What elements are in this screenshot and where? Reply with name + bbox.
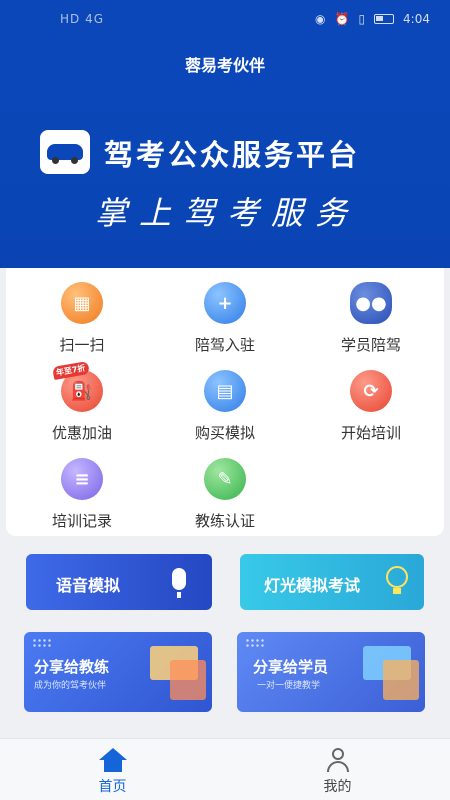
tab-home[interactable]: 首页 — [0, 739, 225, 800]
grid-item-label: 扫一扫 — [59, 336, 105, 354]
add-user-icon: + — [204, 282, 246, 324]
document-icon: ▤ — [204, 370, 246, 412]
dots-decoration — [32, 638, 52, 648]
grid-item-label: 教练认证 — [194, 512, 255, 530]
banner-title: 驾考公众服务平台 — [104, 138, 361, 172]
share-coach-subtitle: 成为你的驾考伙伴 — [34, 681, 107, 691]
vibrate-icon: ▯ — [358, 12, 366, 26]
fuel-icon: ⛽ 年至7折 — [52, 361, 103, 412]
hero-banner: 驾考公众服务平台 掌上驾考服务 — [0, 88, 450, 268]
grid-item-join-companion[interactable]: + 陪驾入驻 — [165, 268, 285, 354]
grid-item-label: 开始培训 — [340, 424, 401, 442]
dots-decoration — [245, 638, 265, 648]
bottom-tab-bar: 首页 我的 — [0, 738, 450, 800]
status-bar: HD 4G ◉ ⏰ ▯ 4:04 — [0, 0, 450, 38]
grid-item-buy-simulation[interactable]: ▤ 购买模拟 — [165, 356, 285, 442]
scan-icon: ▦ — [61, 282, 103, 324]
refresh-icon: ⟳ — [350, 370, 392, 412]
share-to-student-card[interactable]: 分享给学员 一对一便捷教学 — [237, 632, 425, 712]
student-illustration — [383, 660, 419, 700]
eye-icon: ◉ — [315, 12, 326, 26]
grid-item-fuel-discount[interactable]: ⛽ 年至7折 优惠加油 — [22, 356, 142, 442]
alarm-icon: ⏰ — [334, 12, 350, 26]
grid-item-student-companion[interactable]: ●● 学员陪驾 — [311, 268, 431, 354]
discount-badge: 年至7折 — [52, 361, 90, 380]
certificate-icon: ✎ — [204, 458, 246, 500]
banner-subtitle: 掌上驾考服务 — [95, 194, 360, 232]
microphone-icon — [172, 568, 186, 598]
grid-item-label: 购买模拟 — [194, 424, 255, 442]
voice-simulation-label: 语音模拟 — [56, 576, 121, 595]
grid-item-coach-certification[interactable]: ✎ 教练认证 — [165, 444, 285, 530]
home-icon — [98, 748, 127, 772]
share-to-coach-card[interactable]: 分享给教练 成为你的驾考伙伴 — [24, 632, 212, 712]
voice-simulation-button[interactable]: 语音模拟 — [26, 554, 212, 610]
user-icon — [324, 748, 352, 772]
light-simulation-label: 灯光模拟考试 — [264, 576, 361, 595]
status-icons: ◉ ⏰ ▯ 4:04 — [315, 12, 430, 26]
lightbulb-icon — [386, 566, 408, 594]
clock: 4:04 — [403, 12, 430, 26]
page-title: 蓉易考伙伴 — [0, 38, 450, 88]
light-simulation-button[interactable]: 灯光模拟考试 — [240, 554, 424, 610]
share-student-title: 分享给学员 — [253, 658, 329, 676]
grid-item-training-records[interactable]: ≡ 培训记录 — [22, 444, 142, 530]
tab-mine[interactable]: 我的 — [225, 739, 450, 800]
books-illustration — [170, 660, 206, 700]
share-student-subtitle: 一对一便捷教学 — [257, 681, 321, 691]
tab-home-label: 首页 — [98, 779, 127, 795]
users-icon: ●● — [350, 282, 392, 324]
grid-item-label: 培训记录 — [51, 512, 112, 530]
share-coach-title: 分享给教练 — [34, 658, 110, 676]
grid-item-start-training[interactable]: ⟳ 开始培训 — [311, 356, 431, 442]
list-icon: ≡ — [61, 458, 103, 500]
tab-mine-label: 我的 — [323, 779, 352, 795]
car-logo-icon — [40, 130, 90, 174]
feature-grid: ▦ 扫一扫 + 陪驾入驻 ●● 学员陪驾 ⛽ 年至7折 优惠加油 ▤ 购买模拟 ⟳… — [6, 268, 444, 536]
grid-item-label: 优惠加油 — [51, 424, 112, 442]
grid-item-scan[interactable]: ▦ 扫一扫 — [22, 268, 142, 354]
network-indicator: HD 4G — [60, 12, 105, 26]
grid-item-label: 学员陪驾 — [340, 336, 401, 354]
grid-item-label: 陪驾入驻 — [194, 336, 255, 354]
battery-icon — [374, 14, 395, 24]
